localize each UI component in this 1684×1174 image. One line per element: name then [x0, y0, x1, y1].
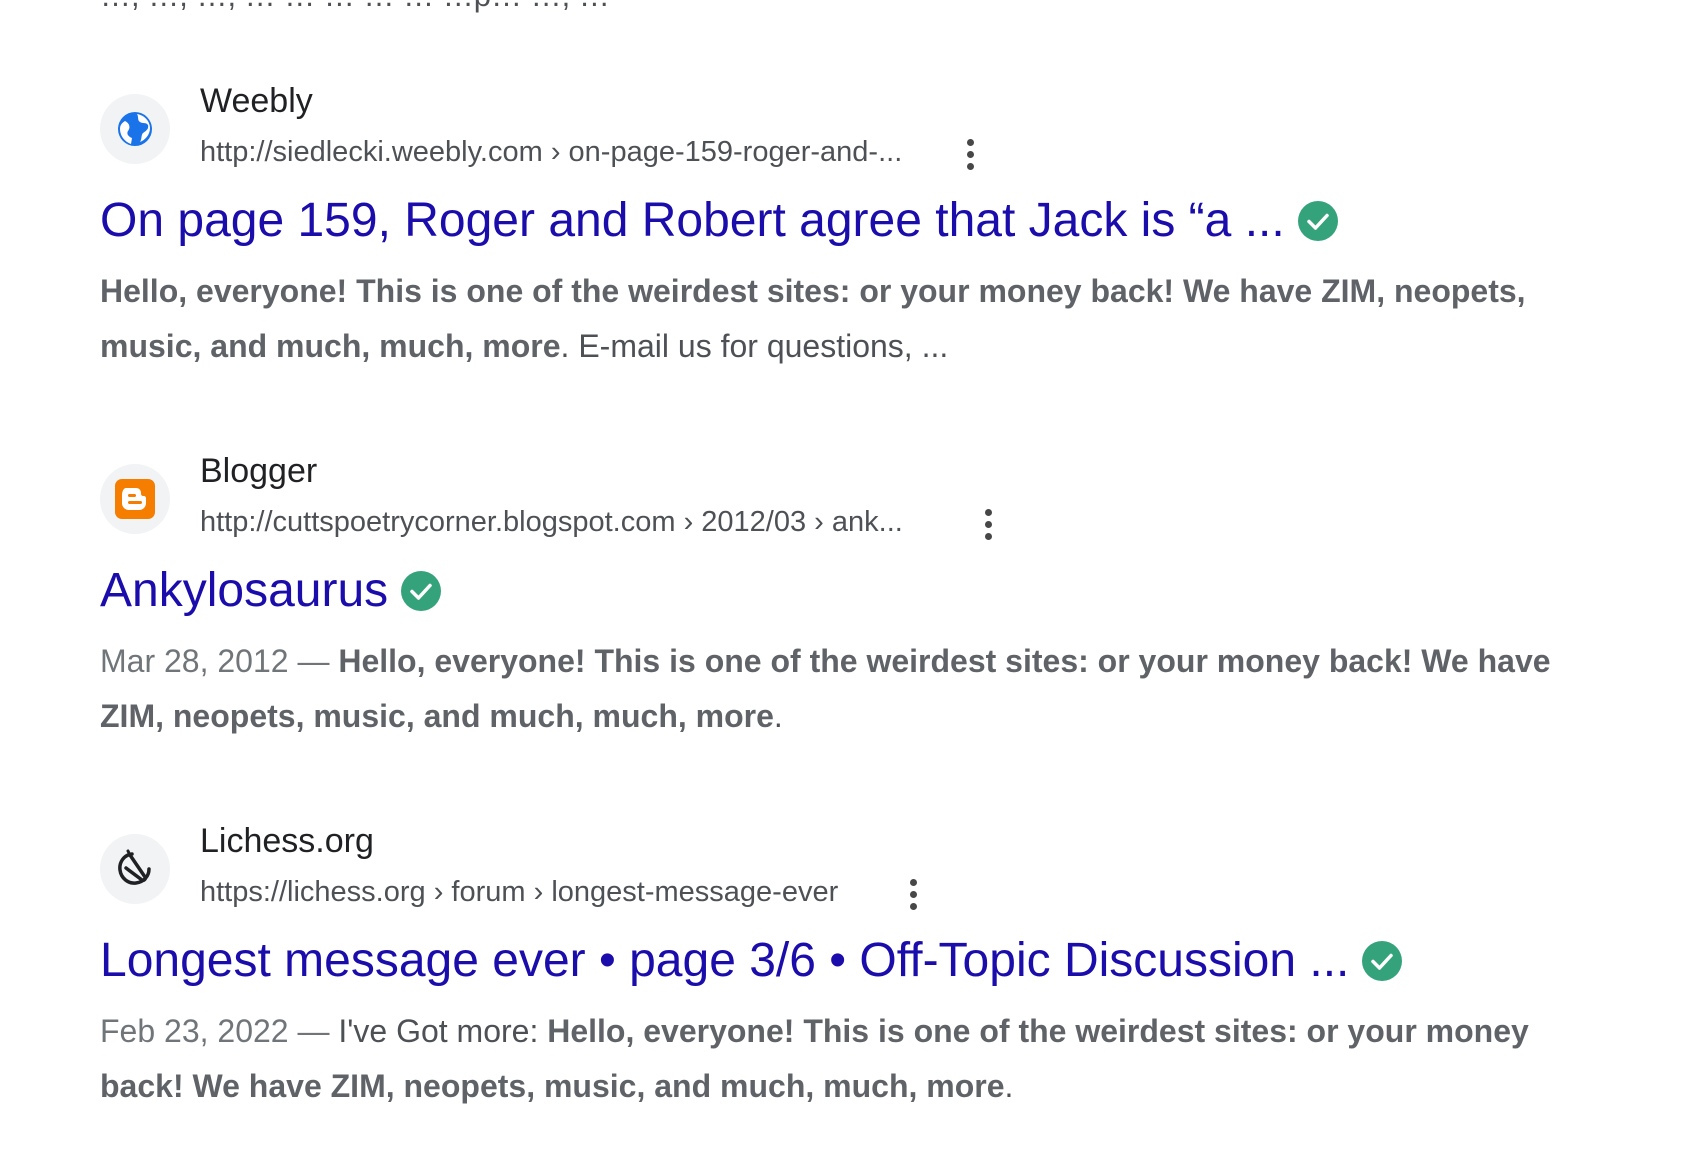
result-snippet: Mar 28, 2012 — Hello, everyone! This is … — [100, 634, 1610, 744]
more-options-dot-icon — [984, 532, 992, 540]
site-name[interactable]: Weebly — [200, 82, 313, 121]
blogger-icon — [115, 479, 155, 519]
site-name[interactable]: Blogger — [200, 452, 317, 491]
more-options-dot-icon — [984, 508, 992, 516]
result-title-row: Longest message ever • page 3/6 • Off-To… — [100, 932, 1403, 990]
lichess-icon — [118, 849, 151, 885]
more-options-dot-icon — [909, 902, 917, 910]
more-options-dot-icon — [984, 520, 992, 528]
more-options-dot-icon — [966, 138, 974, 146]
favicon-weebly[interactable] — [100, 94, 170, 164]
clipped-previous-snippet-text: …, …, …, … … … … … …p… …, … — [100, 0, 610, 14]
more-options-dot-icon — [909, 878, 917, 886]
more-options-button[interactable] — [955, 134, 985, 174]
result-snippet: Hello, everyone! This is one of the weir… — [100, 264, 1610, 374]
snippet-date: Feb 23, 2022 — — [100, 1013, 330, 1049]
result-title-row: Ankylosaurus — [100, 562, 442, 620]
more-options-dot-icon — [966, 162, 974, 170]
favicon-lichess[interactable] — [100, 834, 170, 904]
search-result-weebly: Weebly http://siedlecki.weebly.com › on-… — [0, 82, 1684, 434]
snippet-tail: . — [1004, 1068, 1014, 1104]
search-result-blogger: Blogger http://cuttspoetrycorner.blogspo… — [0, 452, 1684, 804]
verified-check-icon — [1362, 940, 1403, 981]
result-title-row: On page 159, Roger and Robert agree that… — [100, 192, 1339, 250]
more-options-dot-icon — [909, 890, 917, 898]
snippet-date: Mar 28, 2012 — — [100, 643, 330, 679]
verified-check-icon — [1297, 200, 1338, 241]
more-options-button[interactable] — [898, 874, 928, 914]
snippet-tail: . — [773, 698, 783, 734]
site-name[interactable]: Lichess.org — [200, 822, 374, 861]
search-result-lichess: Lichess.org https://lichess.org › forum … — [0, 822, 1684, 1174]
result-snippet: Feb 23, 2022 — I've Got more: Hello, eve… — [100, 1004, 1610, 1114]
site-url[interactable]: https://lichess.org › forum › longest-me… — [200, 876, 838, 909]
favicon-blogger[interactable] — [100, 464, 170, 534]
more-options-dot-icon — [966, 150, 974, 158]
more-options-button[interactable] — [973, 504, 1003, 544]
snippet-prefix: I've Got more: — [338, 1013, 539, 1049]
clipped-previous-snippet: …, …, …, … … … … … …p… …, … — [0, 0, 1684, 14]
verified-check-icon — [401, 570, 442, 611]
site-url[interactable]: http://cuttspoetrycorner.blogspot.com › … — [200, 506, 903, 539]
result-title-link[interactable]: Longest message ever • page 3/6 • Off-To… — [100, 932, 1349, 990]
site-url[interactable]: http://siedlecki.weebly.com › on-page-15… — [200, 136, 902, 169]
result-title-link[interactable]: Ankylosaurus — [100, 562, 388, 620]
result-title-link[interactable]: On page 159, Roger and Robert agree that… — [100, 192, 1285, 250]
snippet-tail: . E-mail us for questions, ... — [560, 328, 949, 364]
globe-icon — [118, 112, 152, 146]
